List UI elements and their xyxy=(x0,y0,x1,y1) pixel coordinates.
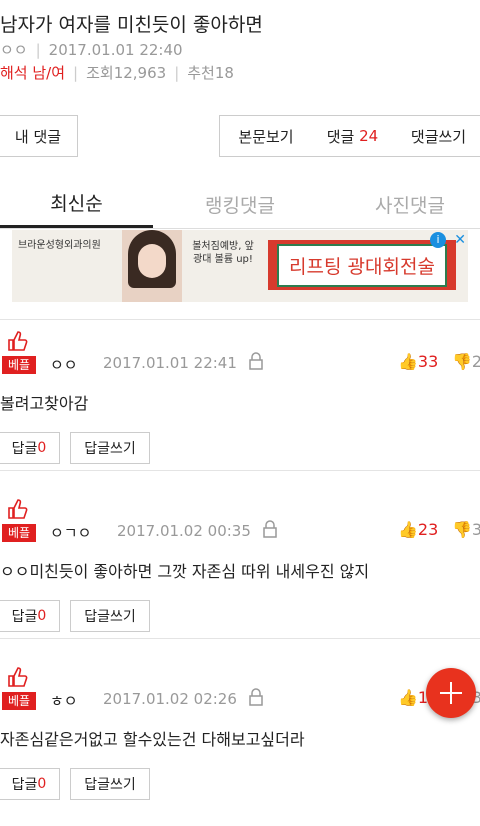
downvote-button[interactable]: 👎2 xyxy=(452,352,480,371)
thumbs-up-icon xyxy=(8,331,28,351)
reply-button[interactable]: 답글 0 xyxy=(0,432,60,464)
ad-model-image xyxy=(122,230,182,302)
thumbs-up-icon xyxy=(8,499,28,519)
divider xyxy=(0,470,480,471)
comments-button[interactable]: 댓글 24 xyxy=(312,115,394,157)
ad-clinic-name: 브라운성형외과의원 xyxy=(18,240,101,251)
reply-label: 답글 xyxy=(11,777,38,793)
thumbs-up-icon: 👍 xyxy=(398,520,418,539)
ad-headline-box: 리프팅 광대회전술 xyxy=(268,240,456,290)
upvote-count: 33 xyxy=(417,352,439,371)
comment-sort-tabs: 최신순 랭킹댓글 사진댓글 xyxy=(0,180,480,229)
downvote-count: 3 xyxy=(471,520,480,539)
reply-label: 답글 xyxy=(11,609,38,625)
post-date: 2017.01.01 22:40 xyxy=(48,41,183,59)
comment-item: 베플 ㅎㅇ 2017.01.02 02:26 👍1 👎3 자존심같은거없고 할수… xyxy=(0,658,480,826)
post-header: 남자가 여자를 미친듯이 좋아하면 ㅇㅇ | 2017.01.01 22:40 해석… xyxy=(0,0,480,100)
write-reply-button[interactable]: 답글쓰기 xyxy=(70,600,150,632)
reply-button[interactable]: 답글 0 xyxy=(0,768,60,800)
thumbs-up-icon xyxy=(8,667,28,687)
comments-label: 댓글 xyxy=(326,127,355,146)
lock-icon[interactable] xyxy=(248,688,264,706)
tab-photo[interactable]: 사진댓글 xyxy=(330,180,480,228)
lock-icon[interactable] xyxy=(248,352,264,370)
comment-text: 자존심같은거없고 할수있는건 다해보고싶더라 xyxy=(0,730,305,749)
floating-add-button[interactable] xyxy=(426,668,476,718)
comment-date: 2017.01.01 22:41 xyxy=(103,354,237,372)
thumbs-up-icon: 👍 xyxy=(398,352,418,371)
upvote-count: 23 xyxy=(417,520,439,539)
my-comments-button[interactable]: 내 댓글 xyxy=(0,115,78,157)
write-comment-button[interactable]: 댓글쓰기 xyxy=(393,115,480,157)
best-comment-badge: 베플 xyxy=(2,356,36,374)
write-reply-button[interactable]: 답글쓰기 xyxy=(70,768,150,800)
ad-banner[interactable]: 브라운성형외과의원 볼처짐예방, 앞광대 볼륨 up! 리프팅 광대회전술 i … xyxy=(12,230,468,302)
best-comment-badge: 베플 xyxy=(2,524,36,542)
tab-ranking[interactable]: 랭킹댓글 xyxy=(160,180,320,228)
ad-info-icon[interactable]: i xyxy=(430,232,446,248)
reply-count: 0 xyxy=(37,440,47,456)
upvote-button[interactable]: 👍23 xyxy=(398,520,438,539)
post-recommend: 추천18 xyxy=(187,64,234,82)
lock-icon[interactable] xyxy=(262,520,278,538)
downvote-count: 2 xyxy=(471,352,480,371)
comment-date: 2017.01.02 02:26 xyxy=(103,690,237,708)
reply-count: 0 xyxy=(37,608,47,624)
thumbs-down-icon: 👎 xyxy=(452,520,472,539)
comment-author[interactable]: ㅎㅇ xyxy=(50,690,78,711)
divider xyxy=(0,638,480,639)
reply-count: 0 xyxy=(37,776,47,792)
downvote-button[interactable]: 👎3 xyxy=(452,520,480,539)
view-post-button[interactable]: 본문보기 xyxy=(219,115,313,157)
write-reply-button[interactable]: 답글쓰기 xyxy=(70,432,150,464)
post-category[interactable]: 해석 남/여 xyxy=(0,64,65,82)
post-title: 남자가 여자를 미친듯이 좋아하면 xyxy=(0,14,263,36)
upvote-button[interactable]: 👍1 xyxy=(398,688,428,707)
post-stats: 해석 남/여 | 조회12,963 | 추천18 xyxy=(0,64,234,82)
comment-author[interactable]: ㅇㅇ xyxy=(50,354,78,375)
comment-author[interactable]: ㅇㄱㅇ xyxy=(50,522,91,543)
post-author[interactable]: ㅇㅇ xyxy=(0,41,28,59)
comment-date: 2017.01.02 00:35 xyxy=(117,522,251,540)
ad-close-icon[interactable]: ✕ xyxy=(454,232,466,248)
thumbs-up-icon: 👍 xyxy=(398,688,418,707)
upvote-button[interactable]: 👍33 xyxy=(398,352,438,371)
reply-button[interactable]: 답글 0 xyxy=(0,600,60,632)
ad-copy: 볼처짐예방, 앞광대 볼륨 up! xyxy=(192,241,254,265)
best-comment-badge: 베플 xyxy=(2,692,36,710)
post-meta: ㅇㅇ | 2017.01.01 22:40 xyxy=(0,41,183,59)
divider xyxy=(0,319,480,320)
tab-latest[interactable]: 최신순 xyxy=(0,180,153,228)
view-post-label: 본문보기 xyxy=(238,127,294,146)
reply-label: 답글 xyxy=(11,441,38,457)
ad-headline: 리프팅 광대회전술 xyxy=(277,243,447,287)
post-views: 조회12,963 xyxy=(86,64,167,82)
comment-text: 볼려고찾아감 xyxy=(0,394,89,413)
comment-item: 베플 ㅇㄱㅇ 2017.01.02 00:35 👍23 👎3 ㅇㅇ미친듯이 좋아… xyxy=(0,490,480,658)
comment-item: 베플 ㅇㅇ 2017.01.01 22:41 👍33 👎2 볼려고찾아감 답글 0… xyxy=(0,322,480,490)
comments-count: 24 xyxy=(359,127,379,145)
comment-text: ㅇㅇ미친듯이 좋아하면 그깟 자존심 따위 내세우진 않지 xyxy=(0,562,370,581)
thumbs-down-icon: 👎 xyxy=(452,352,472,371)
